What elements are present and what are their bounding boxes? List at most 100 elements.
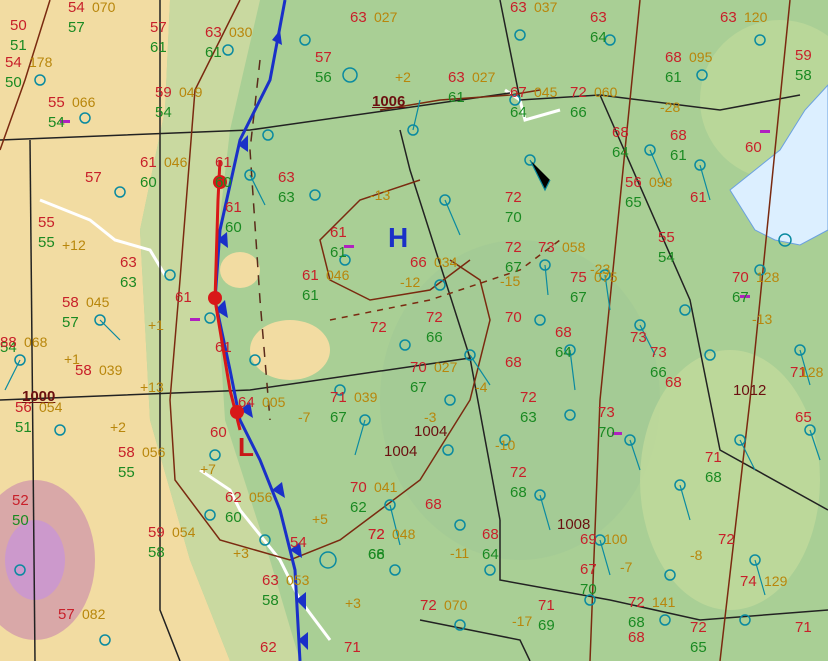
- station-dewpoint: 63: [120, 274, 137, 291]
- station-dewpoint: 69: [538, 617, 555, 634]
- station-temperature: 61: [302, 267, 319, 284]
- station-dewpoint: 67: [330, 409, 347, 426]
- station-temperature: 71: [705, 449, 722, 466]
- pressure-tendency: -3: [424, 409, 437, 425]
- station-temperature: 54: [68, 0, 85, 16]
- station-dewpoint: 62: [350, 499, 367, 516]
- station-temperature: 61: [690, 189, 707, 206]
- pressure-tendency: -10: [495, 437, 516, 453]
- station-pressure: 037: [534, 0, 558, 15]
- station-temperature: 74: [740, 573, 757, 590]
- station-temperature: 72: [510, 464, 527, 481]
- station-temperature: 72: [570, 84, 587, 101]
- station-dewpoint: 60: [140, 174, 157, 191]
- station-temperature: 73: [650, 344, 667, 361]
- station-temperature: 59: [148, 524, 165, 541]
- station-temperature: 63: [120, 254, 137, 271]
- pressure-tendency: -11: [450, 545, 470, 561]
- station-dewpoint: 65: [690, 639, 707, 656]
- station-temperature: 55: [48, 94, 65, 111]
- pressure-tendency: +2: [395, 69, 411, 85]
- station-temperature: 55: [38, 214, 55, 231]
- station-temperature: 54: [5, 54, 22, 71]
- station-temperature: 63: [278, 169, 295, 186]
- pressure-tendency: +5: [312, 511, 328, 527]
- pressure-tendency: -15: [500, 273, 521, 289]
- pressure-tendency: -7: [298, 409, 311, 425]
- pressure-tendency: +7: [200, 461, 216, 477]
- station-dewpoint: 58: [795, 67, 812, 84]
- station-dewpoint: 64: [555, 344, 572, 361]
- station-dewpoint: 64: [612, 144, 629, 161]
- station-temperature: 70: [505, 309, 522, 326]
- station-temperature: 73: [598, 404, 615, 421]
- station-dewpoint: 55: [118, 464, 135, 481]
- station-dewpoint: 61: [205, 44, 222, 61]
- station-dewpoint: 56: [315, 69, 332, 86]
- station-dewpoint: 54: [155, 104, 172, 121]
- station-temperature: 57: [315, 49, 332, 66]
- station-temperature: 71: [795, 619, 812, 636]
- station-pressure: 053: [286, 572, 310, 588]
- station-dewpoint: 61: [448, 89, 465, 106]
- station-pressure: 039: [99, 362, 123, 378]
- station-dewpoint: 54: [48, 114, 65, 131]
- station-temperature: 57: [85, 169, 102, 186]
- station-dewpoint: 67: [732, 289, 749, 306]
- pressure-tendency: -12: [400, 274, 421, 290]
- station-temperature: 71: [344, 639, 361, 656]
- station-temperature: 72: [505, 189, 522, 206]
- high-pressure-label: H: [388, 222, 409, 253]
- station-temperature: 63: [350, 9, 367, 26]
- low-pressure-label: L: [238, 432, 254, 462]
- map-background: [0, 0, 828, 661]
- station-temperature: 68: [482, 526, 499, 543]
- pressure-tendency: +12: [62, 237, 86, 253]
- station-pressure: 128: [800, 364, 824, 380]
- station-temperature: 70: [410, 359, 427, 376]
- pressure-tendency: -28: [660, 99, 681, 115]
- station-pressure: 005: [262, 394, 286, 410]
- station-temperature: 61: [330, 224, 347, 241]
- station-temperature: 68: [665, 49, 682, 66]
- station-temperature: 68: [670, 127, 687, 144]
- station-temperature: 59: [795, 47, 812, 64]
- station-temperature: 60: [745, 139, 762, 156]
- station-temperature: 72: [718, 531, 735, 548]
- station-temperature: 63: [720, 9, 737, 26]
- station-pressure: 030: [229, 24, 253, 40]
- pressure-tendency: -8: [690, 547, 703, 563]
- station-pressure: 128: [756, 269, 780, 285]
- station-temperature: 56: [15, 399, 32, 416]
- warm-patch: [250, 320, 330, 380]
- pressure-tendency: +3: [345, 595, 361, 611]
- station-dewpoint: 60: [225, 509, 242, 526]
- pressure-tendency: -23: [590, 261, 611, 277]
- station-pressure: 027: [472, 69, 496, 85]
- station-pressure: 141: [652, 594, 676, 610]
- station-dewpoint: 60: [225, 219, 242, 236]
- station-temperature: 67: [510, 84, 527, 101]
- station-temperature: 66: [410, 254, 427, 271]
- station-temperature: 54: [290, 534, 307, 551]
- station-temperature: 59: [155, 84, 172, 101]
- station-dewpoint: 63: [520, 409, 537, 426]
- isobar-label-1012: 1012: [733, 382, 767, 399]
- station-temperature: 61: [215, 339, 232, 356]
- station-dewpoint: 50: [5, 74, 22, 91]
- station-dewpoint: 60: [215, 174, 232, 191]
- station-dewpoint: 70: [598, 424, 615, 441]
- station-temperature: 70: [732, 269, 749, 286]
- station-pressure: 054: [39, 399, 63, 415]
- station-temperature: 72: [505, 239, 522, 256]
- station-dewpoint: 66: [650, 364, 667, 381]
- station-dewpoint: 66: [570, 104, 587, 121]
- station-pressure: 054: [172, 524, 196, 540]
- station-temperature: 61: [215, 154, 232, 171]
- station-temperature: 73: [538, 239, 555, 256]
- pressure-tendency: -13: [752, 311, 773, 327]
- station-dewpoint: 64: [590, 29, 607, 46]
- station-temperature: 65: [795, 409, 812, 426]
- station-temperature: 72: [426, 309, 443, 326]
- station-pressure: 045: [86, 294, 110, 310]
